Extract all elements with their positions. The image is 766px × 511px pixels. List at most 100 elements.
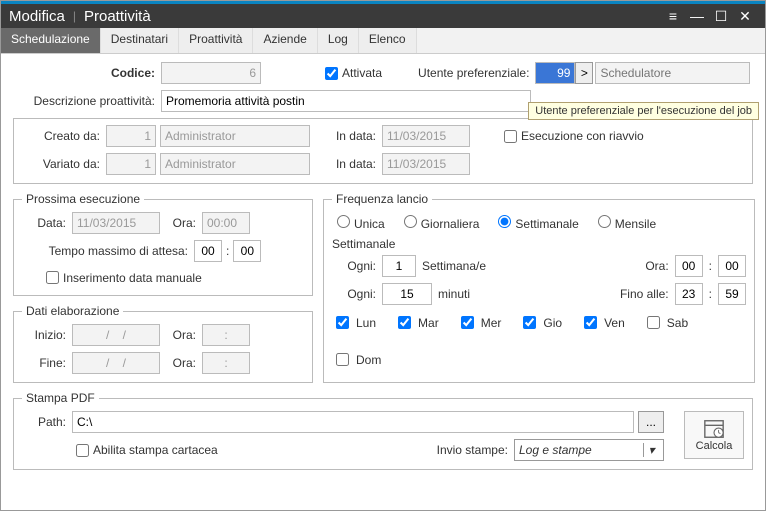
field-fino-h[interactable] xyxy=(675,283,703,305)
browse-path-button[interactable]: ... xyxy=(638,411,664,433)
checkbox-esecuzione-riavvio[interactable] xyxy=(504,130,517,143)
days-row: Lun Mar Mer Gio Ven Sab Dom xyxy=(332,313,746,369)
label-ogni-2: Ogni: xyxy=(332,287,382,301)
checkbox-mar[interactable] xyxy=(398,316,411,329)
checkbox-inserimento-manuale[interactable] xyxy=(46,271,59,284)
field-inizio-ora[interactable] xyxy=(202,324,250,346)
label-ven: Ven xyxy=(604,316,625,330)
label-inserimento-manuale: Inserimento data manuale xyxy=(63,271,202,285)
label-unica: Unica xyxy=(354,217,385,231)
label-creato-da: Creato da: xyxy=(22,129,106,143)
field-creato-name xyxy=(160,125,310,147)
label-settimana-e: Settimana/e xyxy=(416,259,486,273)
subgroup-settimanale-label: Settimanale xyxy=(332,237,746,251)
fieldset-stampa-pdf: Stampa PDF Path: ... Abilita stampa cart… xyxy=(13,391,753,470)
time-colon-2: : xyxy=(703,259,718,273)
field-fine-data[interactable] xyxy=(72,352,160,374)
field-ora-h[interactable] xyxy=(675,255,703,277)
checkbox-attivata[interactable] xyxy=(325,67,338,80)
field-descrizione[interactable] xyxy=(161,90,531,112)
field-variato-data xyxy=(382,153,470,175)
calendar-clock-icon xyxy=(703,418,725,440)
field-schedulatore[interactable] xyxy=(595,62,750,84)
label-ogni-1: Ogni: xyxy=(332,259,382,273)
label-mensile: Mensile xyxy=(615,217,656,231)
label-in-data-2: In data: xyxy=(310,157,382,171)
label-giornaliera: Giornaliera xyxy=(421,217,480,231)
checkbox-abilita-stampa[interactable] xyxy=(76,444,89,457)
title-separator: | xyxy=(73,9,76,23)
tab-schedulazione[interactable]: Schedulazione xyxy=(1,28,101,53)
select-invio-stampe[interactable]: Log e stampe ▾ xyxy=(514,439,664,461)
field-tempo-h[interactable] xyxy=(194,240,222,262)
label-data: Data: xyxy=(22,216,72,230)
field-path[interactable] xyxy=(72,411,634,433)
checkbox-mer[interactable] xyxy=(461,316,474,329)
label-fine: Fine: xyxy=(22,356,72,370)
lookup-utente-button[interactable]: > xyxy=(575,62,593,84)
field-ogni-settimane[interactable] xyxy=(382,255,416,277)
label-mer: Mer xyxy=(481,316,502,330)
time-colon-1: : xyxy=(222,244,233,258)
label-codice: Codice: xyxy=(13,66,161,80)
fieldset-audit: Creato da: In data: Esecuzione con riavv… xyxy=(13,118,753,184)
radio-unica[interactable] xyxy=(337,215,350,228)
checkbox-gio[interactable] xyxy=(523,316,536,329)
minimize-icon[interactable]: — xyxy=(685,8,709,24)
ellipsis-icon: ... xyxy=(646,415,656,429)
legend-stampa-pdf: Stampa PDF xyxy=(22,391,99,405)
checkbox-ven[interactable] xyxy=(584,316,597,329)
tab-proattivita[interactable]: Proattività xyxy=(179,28,253,53)
checkbox-sab[interactable] xyxy=(647,316,660,329)
checkbox-lun[interactable] xyxy=(336,316,349,329)
legend-prossima: Prossima esecuzione xyxy=(22,192,144,206)
label-attivata: Attivata xyxy=(342,66,382,80)
label-sab: Sab xyxy=(667,316,688,330)
close-icon[interactable]: ✕ xyxy=(733,8,757,25)
label-lun: Lun xyxy=(356,316,376,330)
label-mar: Mar xyxy=(418,316,439,330)
field-utente-pref[interactable] xyxy=(535,62,575,84)
field-creato-data xyxy=(382,125,470,147)
label-abilita-stampa: Abilita stampa cartacea xyxy=(93,443,218,457)
field-inizio-data[interactable] xyxy=(72,324,160,346)
calcola-button[interactable]: Calcola xyxy=(684,411,744,459)
label-tempo-massimo: Tempo massimo di attesa: xyxy=(22,244,194,258)
tab-aziende[interactable]: Aziende xyxy=(253,28,317,53)
tooltip-utente-pref: Utente preferenziale per l'esecuzione de… xyxy=(528,102,759,120)
radio-mensile[interactable] xyxy=(598,215,611,228)
label-ora-4: Ora: xyxy=(645,259,674,273)
label-settimanale: Settimanale xyxy=(515,217,578,231)
field-prossima-ora[interactable] xyxy=(202,212,250,234)
label-fino-alle: Fino alle: xyxy=(620,287,675,301)
field-fine-ora[interactable] xyxy=(202,352,250,374)
field-ora-m[interactable] xyxy=(718,255,746,277)
checkbox-dom[interactable] xyxy=(336,353,349,366)
legend-frequenza: Frequenza lancio xyxy=(332,192,432,206)
field-codice[interactable] xyxy=(161,62,261,84)
maximize-icon[interactable]: ☐ xyxy=(709,8,733,25)
field-prossima-data[interactable] xyxy=(72,212,160,234)
field-tempo-m[interactable] xyxy=(233,240,261,262)
label-descrizione: Descrizione proattività: xyxy=(13,94,161,108)
radio-settimanale[interactable] xyxy=(498,215,511,228)
label-variato-da: Variato da: xyxy=(22,157,106,171)
tab-elenco[interactable]: Elenco xyxy=(359,28,417,53)
titlebar: Modifica | Proattività ≡ — ☐ ✕ xyxy=(1,4,765,28)
field-fino-m[interactable] xyxy=(718,283,746,305)
field-variato-id xyxy=(106,153,156,175)
tab-log[interactable]: Log xyxy=(318,28,359,53)
label-ora-2: Ora: xyxy=(160,328,202,342)
label-path: Path: xyxy=(22,415,72,429)
label-inizio: Inizio: xyxy=(22,328,72,342)
tab-destinatari[interactable]: Destinatari xyxy=(101,28,179,53)
menu-icon[interactable]: ≡ xyxy=(661,8,685,24)
radio-giornaliera[interactable] xyxy=(404,215,417,228)
label-ora-3: Ora: xyxy=(160,356,202,370)
title-right: Proattività xyxy=(84,8,151,25)
label-gio: Gio xyxy=(543,316,562,330)
field-ogni-minuti[interactable] xyxy=(382,283,432,305)
field-variato-name xyxy=(160,153,310,175)
fieldset-frequenza: Frequenza lancio Unica Giornaliera Setti… xyxy=(323,192,755,383)
label-minuti: minuti xyxy=(432,287,470,301)
